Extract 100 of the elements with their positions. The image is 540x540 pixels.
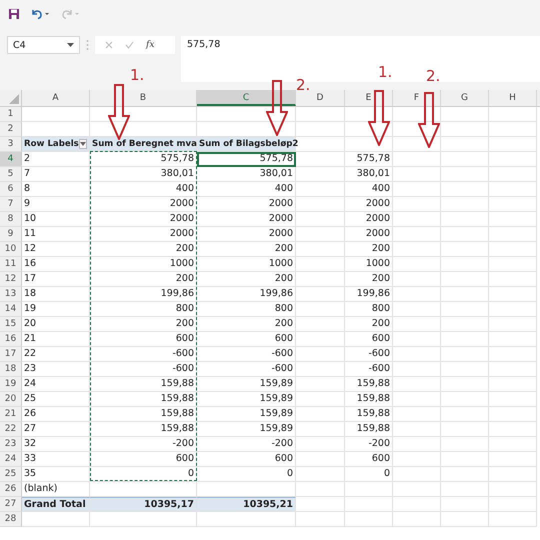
table-cell: 800	[90, 302, 197, 317]
table-cell: 159,88	[90, 392, 197, 407]
table-cell	[489, 302, 537, 317]
cancel-icon[interactable]	[105, 41, 113, 49]
table-cell	[489, 512, 537, 527]
table-cell	[296, 107, 345, 122]
table-cell	[296, 317, 345, 332]
column-header[interactable]: E	[345, 90, 393, 106]
row-header[interactable]: 11	[0, 257, 22, 272]
table-cell	[489, 152, 537, 167]
table-cell: 575,78	[90, 152, 197, 167]
table-cell	[296, 152, 345, 167]
table-cell	[296, 182, 345, 197]
table-cell: -600	[197, 347, 296, 362]
row-header[interactable]: 18	[0, 362, 22, 377]
table-cell: -600	[90, 347, 197, 362]
undo-icon[interactable]	[30, 8, 50, 20]
table-cell	[296, 407, 345, 422]
table-cell	[441, 272, 489, 287]
table-cell	[489, 182, 537, 197]
table-cell	[441, 422, 489, 437]
row-header[interactable]: 8	[0, 212, 22, 227]
table-cell	[489, 392, 537, 407]
row-header[interactable]: 17	[0, 347, 22, 362]
table-cell: 159,88	[90, 407, 197, 422]
name-box[interactable]: C4	[7, 36, 80, 54]
row-header[interactable]: 4	[0, 152, 22, 167]
column-header[interactable]: F	[393, 90, 441, 106]
row-header[interactable]: 13	[0, 287, 22, 302]
select-all-icon[interactable]	[9, 94, 19, 104]
table-cell	[393, 257, 441, 272]
row-header[interactable]: 21	[0, 407, 22, 422]
table-cell	[489, 242, 537, 257]
table-cell: 600	[197, 332, 296, 347]
row-header[interactable]: 14	[0, 302, 22, 317]
row-header[interactable]: 3	[0, 137, 22, 152]
row-header[interactable]: 15	[0, 317, 22, 332]
table-cell	[393, 332, 441, 347]
table-cell	[441, 362, 489, 377]
table-cell	[296, 167, 345, 182]
table-cell	[296, 377, 345, 392]
table-cell	[393, 107, 441, 122]
row-header[interactable]: 9	[0, 227, 22, 242]
table-cell: 600	[197, 452, 296, 467]
row-header[interactable]: 5	[0, 167, 22, 182]
table-cell	[296, 437, 345, 452]
row-header[interactable]: 6	[0, 182, 22, 197]
save-icon[interactable]	[8, 8, 20, 20]
row-header[interactable]: 2	[0, 122, 22, 137]
table-cell	[296, 137, 345, 152]
table-cell	[489, 422, 537, 437]
table-cell: 380,01	[90, 167, 197, 182]
row-header[interactable]: 22	[0, 422, 22, 437]
column-header[interactable]: H	[489, 90, 537, 106]
row-header[interactable]: 19	[0, 377, 22, 392]
table-cell	[296, 122, 345, 137]
table-cell	[393, 497, 441, 512]
row-header[interactable]: 25	[0, 467, 22, 482]
row-header[interactable]: 20	[0, 392, 22, 407]
table-cell: 24	[22, 377, 90, 392]
down-arrow	[418, 92, 440, 148]
row-header[interactable]: 28	[0, 512, 22, 527]
table-cell: 400	[197, 182, 296, 197]
filter-dropdown-button[interactable]	[78, 139, 87, 149]
column-header[interactable]: D	[296, 90, 345, 106]
table-cell	[393, 362, 441, 377]
annotation-label: 1.	[130, 66, 144, 84]
row-header[interactable]: 23	[0, 437, 22, 452]
table-cell	[441, 122, 489, 137]
table-cell: 199,86	[90, 287, 197, 302]
row-header[interactable]: 24	[0, 452, 22, 467]
check-icon[interactable]	[125, 41, 134, 49]
table-cell	[489, 197, 537, 212]
table-cell: 17	[22, 272, 90, 287]
table-cell: 200	[90, 272, 197, 287]
table-cell: Grand Total	[22, 497, 90, 512]
column-header[interactable]: A	[22, 90, 90, 106]
table-cell	[441, 137, 489, 152]
row-header[interactable]: 27	[0, 497, 22, 512]
table-cell: 1000	[90, 257, 197, 272]
table-cell	[393, 197, 441, 212]
table-cell	[296, 467, 345, 482]
table-cell	[296, 197, 345, 212]
row-header[interactable]: 10	[0, 242, 22, 257]
row-header[interactable]: 1	[0, 107, 22, 122]
table-cell	[441, 317, 489, 332]
column-header[interactable]: G	[441, 90, 489, 106]
table-cell: 18	[22, 287, 90, 302]
row-header[interactable]: 7	[0, 197, 22, 212]
column-header[interactable]: C	[197, 90, 296, 106]
row-header[interactable]: 16	[0, 332, 22, 347]
table-cell: 200	[197, 242, 296, 257]
insert-function-button[interactable]: fx	[146, 40, 154, 50]
table-cell	[489, 452, 537, 467]
table-cell: 200	[345, 317, 393, 332]
row-header[interactable]: 12	[0, 272, 22, 287]
row-header[interactable]: 26	[0, 482, 22, 497]
table-cell: 200	[345, 272, 393, 287]
table-cell: 800	[345, 302, 393, 317]
table-cell	[296, 272, 345, 287]
